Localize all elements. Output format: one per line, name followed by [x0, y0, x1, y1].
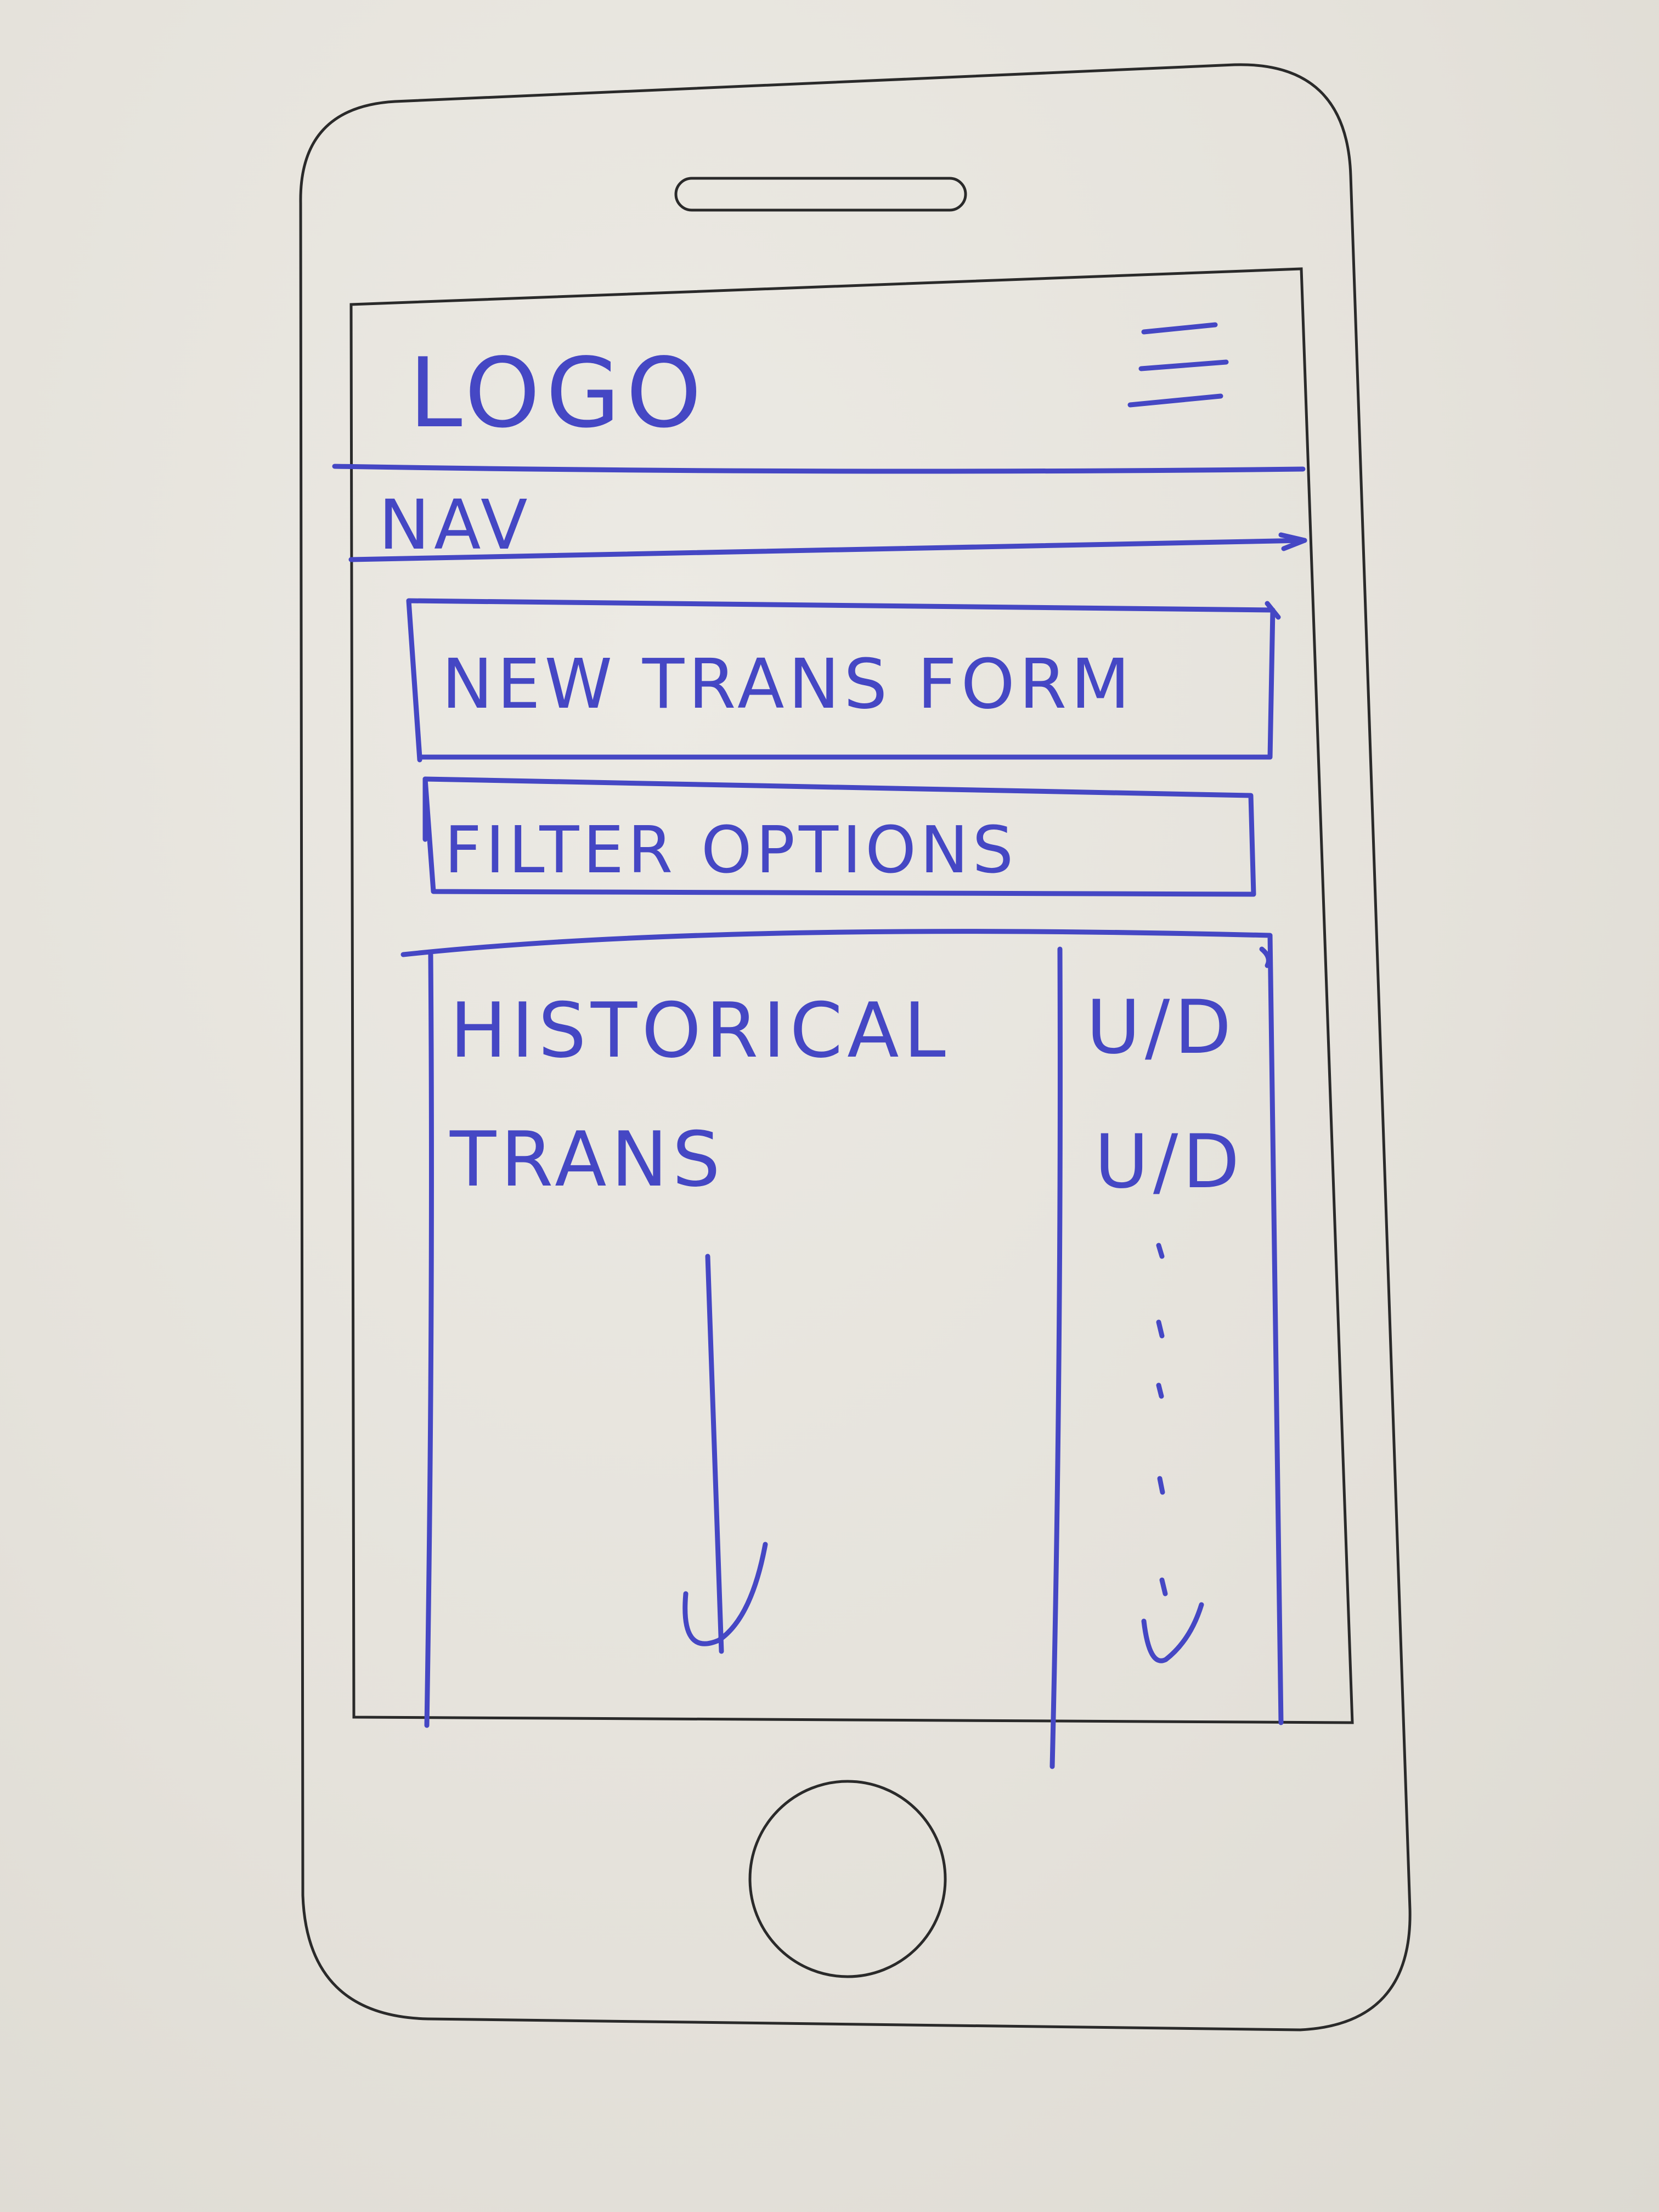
- nav-top-divider: [332, 464, 1306, 474]
- speaker-slot: [674, 177, 967, 212]
- transactions-list-label-line2: TRANS: [450, 1115, 725, 1204]
- new-trans-form-label[interactable]: NEW TRANS FORM: [442, 650, 1134, 719]
- transactions-list-label-line1: HISTORICAL: [450, 986, 951, 1075]
- update-delete-action[interactable]: U/D: [1094, 1125, 1244, 1199]
- home-button: [748, 1780, 947, 1978]
- update-delete-action[interactable]: U/D: [1086, 990, 1236, 1064]
- down-arrow-icon: [682, 1254, 768, 1654]
- logo-text: LOGO: [409, 338, 708, 449]
- nav-label[interactable]: NAV: [379, 491, 532, 560]
- phone-wireframe-sketch: [299, 63, 1412, 2032]
- dotted-down-arrow-icon: [1141, 1243, 1204, 1663]
- hamburger-menu-icon: [1127, 322, 1229, 408]
- filter-options-label[interactable]: FILTER OPTIONS: [444, 817, 1017, 882]
